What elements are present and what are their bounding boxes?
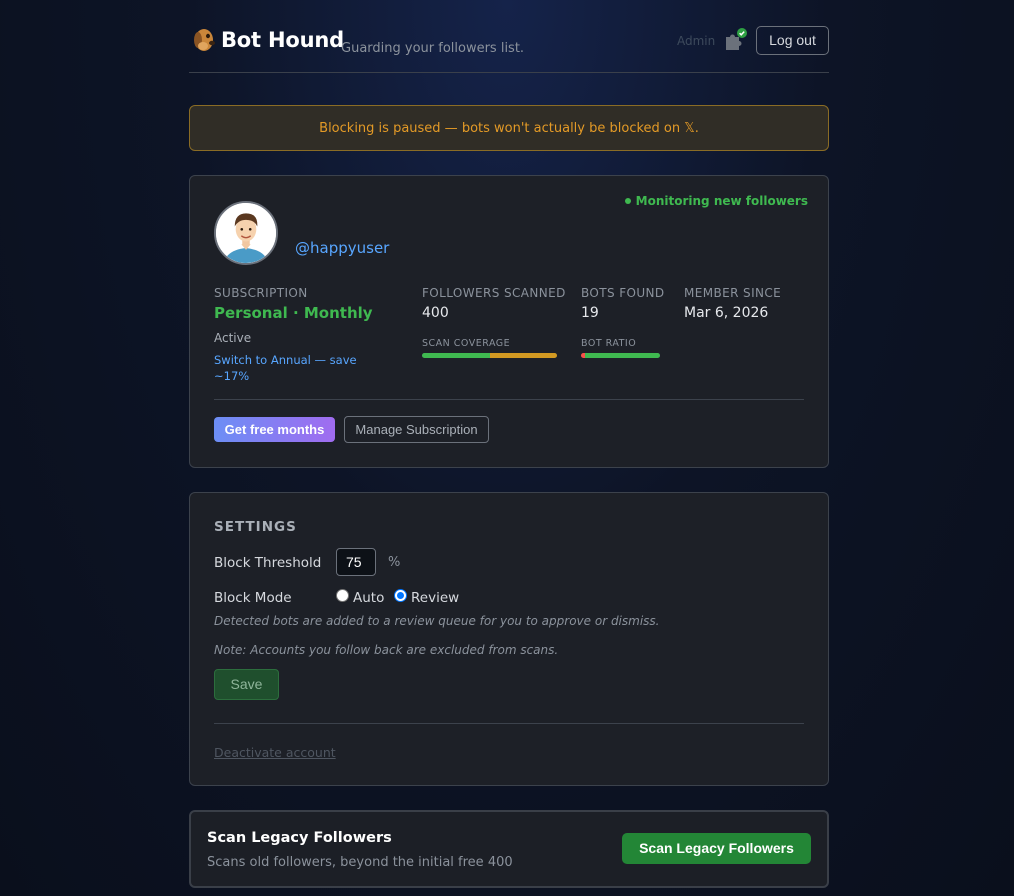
monitoring-status: Monitoring new followers [624,194,808,208]
admin-link[interactable]: Admin [677,34,715,48]
deactivate-account-link[interactable]: Deactivate account [214,745,336,760]
mode-auto-label[interactable]: Auto [353,590,384,606]
page-container: Bot Hound Guarding your followers list. … [189,0,829,888]
user-handle: @happyuser [295,239,390,257]
scan-coverage-fill-scanned [422,353,490,358]
status-dot-icon [624,197,631,204]
subscription-status: Active [214,331,252,345]
followers-scanned-label: FOLLOWERS SCANNED [422,286,566,300]
manage-subscription-button[interactable]: Manage Subscription [344,416,489,443]
bot-ratio-fill-humans [584,353,660,358]
scan-legacy-followers-button[interactable]: Scan Legacy Followers [622,833,811,864]
legacy-title: Scan Legacy Followers [207,830,392,846]
subscription-label: SUBSCRIPTION [214,286,308,300]
member-since-label: MEMBER SINCE [684,286,782,300]
mode-review-radio[interactable] [394,589,407,602]
divider [214,399,804,400]
follow-back-note: Note: Accounts you follow back are exclu… [214,643,559,657]
blocking-paused-banner: Blocking is paused — bots won't actually… [189,105,829,151]
followers-scanned-value: 400 [422,305,449,321]
block-threshold-label: Block Threshold [214,555,322,571]
header: Bot Hound Guarding your followers list. … [189,0,829,73]
tagline: Guarding your followers list. [341,41,525,56]
brand-name: Bot Hound [221,28,344,52]
legacy-scan-card: Scan Legacy Followers Scans old follower… [189,810,829,888]
mode-auto-radio[interactable] [336,589,349,602]
scan-coverage-fill-remaining [489,353,557,358]
settings-card: SETTINGS Block Threshold 75 % Block Mode… [189,492,829,786]
block-mode-label: Block Mode [214,590,292,606]
bot-ratio-label: BOT RATIO [581,338,637,349]
legacy-subtitle: Scans old followers, beyond the initial … [207,855,513,870]
bots-found-value: 19 [581,305,599,321]
settings-title: SETTINGS [214,519,297,535]
percent-sign: % [388,555,401,570]
save-button[interactable]: Save [214,669,279,700]
account-card: Monitoring new followers @happyuser SUBS… [189,175,829,468]
dog-logo-icon [194,29,215,51]
divider [214,723,804,724]
logout-button[interactable]: Log out [756,26,829,55]
bots-found-label: BOTS FOUND [581,286,665,300]
member-since-value: Mar 6, 2026 [684,305,769,321]
monitoring-text: Monitoring new followers [635,194,808,208]
scan-coverage-bar [422,353,557,358]
switch-annual-link[interactable]: Switch to Annual — save ~17% [214,352,364,384]
get-free-months-button[interactable]: Get free months [214,417,335,442]
avatar [214,201,278,265]
extension-puzzle-icon[interactable] [723,28,749,52]
user-avatar-icon [216,203,276,263]
mode-hint: Detected bots are added to a review queu… [214,614,660,628]
subscription-plan: Personal · Monthly [214,304,373,322]
scan-coverage-label: SCAN COVERAGE [422,338,511,349]
bot-ratio-bar [581,353,660,358]
mode-review-label[interactable]: Review [411,590,459,606]
block-threshold-input[interactable]: 75 [336,548,376,576]
